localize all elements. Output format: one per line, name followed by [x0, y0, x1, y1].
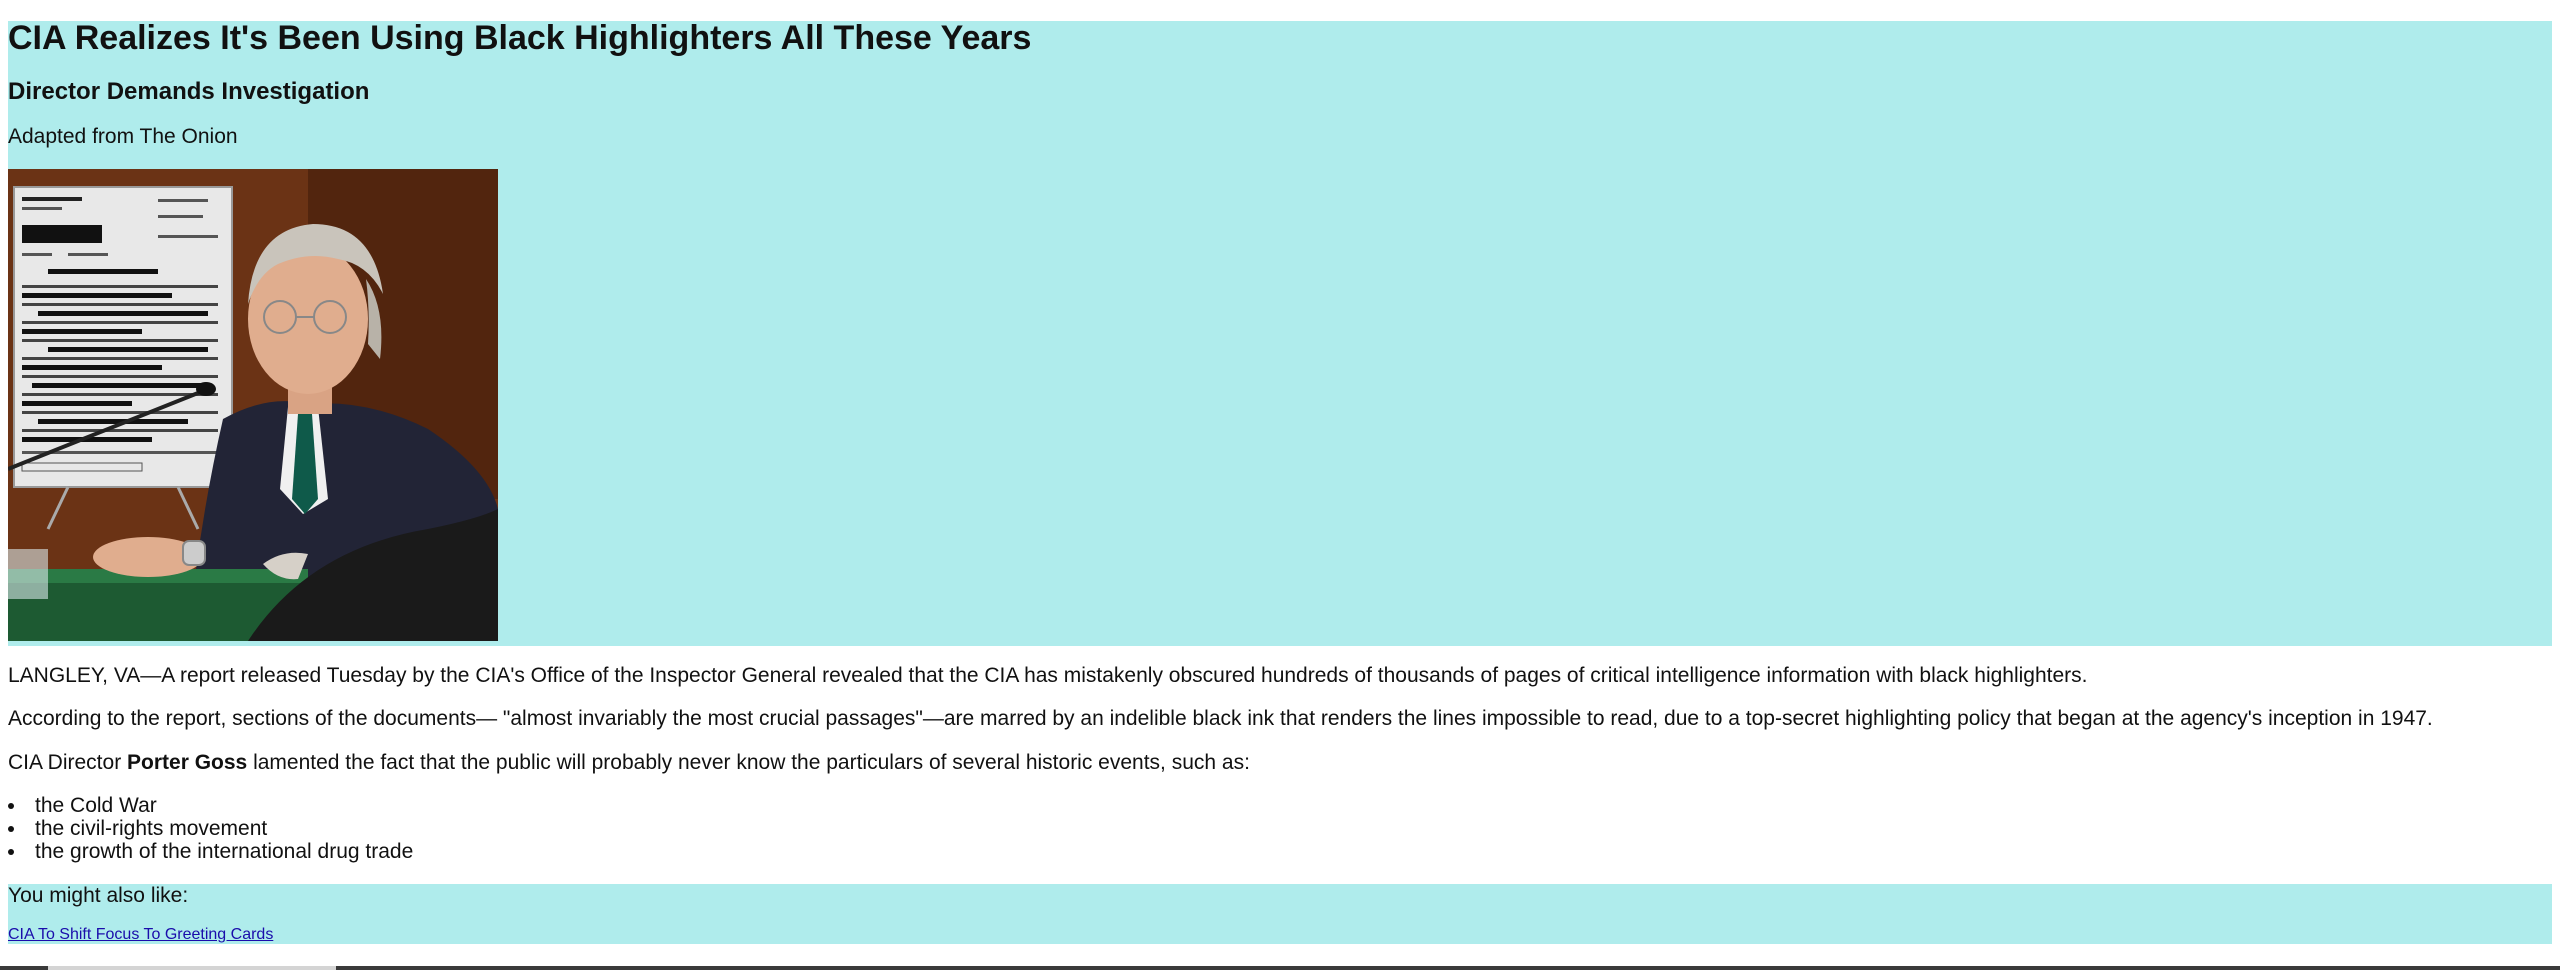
article-source: Adapted from The Onion [8, 125, 238, 148]
article-headline: CIA Realizes It's Been Using Black Highl… [8, 19, 1032, 57]
article-page: CIA Realizes It's Been Using Black Highl… [0, 0, 2560, 970]
historic-events-list: the Cold War the civil-rights movement t… [8, 794, 413, 863]
article-paragraph-3: CIA Director Porter Goss lamented the fa… [8, 751, 1250, 775]
list-item: the growth of the international drug tra… [8, 840, 413, 863]
article-paragraph-2: According to the report, sections of the… [8, 707, 2433, 730]
related-article-link[interactable]: CIA To Shift Focus To Greeting Cards [8, 926, 273, 944]
article-photo [8, 169, 498, 641]
list-item: the Cold War [8, 794, 413, 817]
article-subheadline: Director Demands Investigation [8, 78, 370, 105]
paragraph-3-tail: lamented the fact that the public will p… [247, 751, 1250, 774]
list-item: the civil-rights movement [8, 817, 413, 840]
related-articles: You might also like: CIA To Shift Focus … [8, 884, 2552, 944]
related-heading: You might also like: [8, 884, 189, 907]
scrollbar-thumb[interactable] [48, 966, 336, 970]
director-name: Porter Goss [127, 751, 248, 774]
article-header: CIA Realizes It's Been Using Black Highl… [8, 21, 2552, 646]
article-paragraph-1: LANGLEY, VA—A report released Tuesday by… [8, 664, 2088, 687]
paragraph-3-lead: CIA Director [8, 751, 128, 774]
horizontal-scrollbar[interactable] [0, 966, 2560, 970]
